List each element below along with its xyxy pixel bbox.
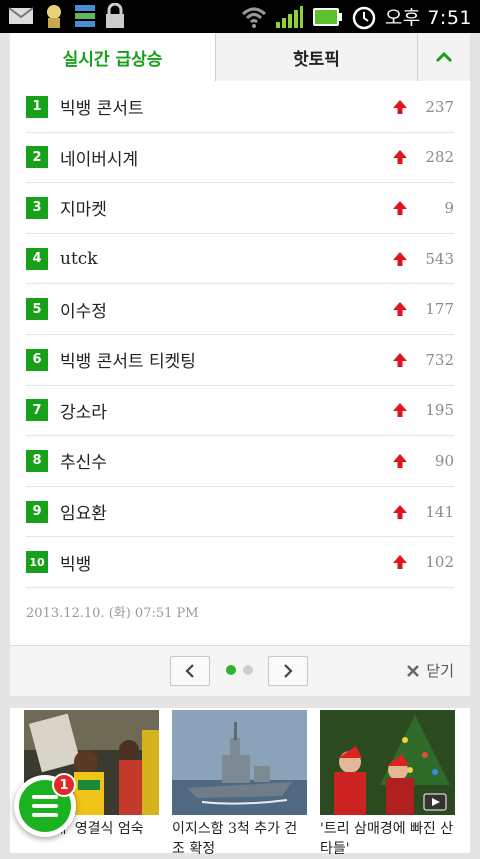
update-timestamp: 2013.12.10. (화) 07:51 PM (26, 606, 199, 621)
tab-bar: 실시간 급상승 핫토픽 (10, 33, 470, 81)
chevron-up-icon (435, 51, 453, 63)
ranking-row[interactable]: 1 빅뱅 콘서트 237 (26, 82, 454, 133)
arrow-up-icon (393, 150, 407, 165)
rise-count: 543 (425, 249, 454, 268)
rise-count: 732 (425, 350, 454, 369)
news-thumbnail (172, 710, 307, 815)
ranking-row[interactable]: 10 빅뱅 102 (26, 537, 454, 588)
rise-count: 90 (434, 451, 454, 470)
arrow-up-icon (393, 99, 407, 114)
close-button[interactable]: 닫기 (406, 660, 454, 681)
ranking-row[interactable]: 4 utck 543 (26, 234, 454, 285)
status-bar: 오후 7:51 (0, 0, 480, 33)
rank-badge: 8 (26, 449, 48, 472)
arrow-up-icon (393, 200, 407, 215)
rise-count: 177 (425, 300, 454, 319)
arrow-up-icon (393, 302, 407, 317)
keyword-label: 이수정 (60, 301, 107, 322)
rank-badge: 7 (26, 399, 48, 422)
page-dot[interactable] (243, 665, 253, 675)
keyword-label: 빅뱅 콘서트 티켓팅 (60, 352, 196, 373)
ranking-list: 1 빅뱅 콘서트 237 2 네이버시계 282 3 지마켓 9 4 utck … (26, 82, 454, 588)
tab-hot-topic[interactable]: 핫토픽 (215, 33, 418, 81)
chevron-left-icon (185, 664, 194, 678)
chevron-right-icon (284, 664, 293, 678)
realtime-panel: 실시간 급상승 핫토픽 1 빅뱅 콘서트 237 2 네이버시계 282 3 지… (10, 33, 470, 857)
news-thumbnail (320, 710, 455, 815)
prev-page-button[interactable] (170, 656, 210, 686)
news-photo-warship (172, 710, 307, 815)
rise-count: 141 (425, 502, 454, 521)
rank-badge: 4 (26, 247, 48, 270)
ranking-row[interactable]: 2 네이버시계 282 (26, 133, 454, 184)
lock-icon (106, 3, 124, 28)
keyword-label: 빅뱅 콘서트 (60, 99, 144, 120)
next-page-button[interactable] (268, 656, 308, 686)
signal-icon (275, 5, 303, 28)
rank-badge: 2 (26, 146, 48, 169)
section-gap (10, 696, 470, 708)
mail-icon (8, 7, 34, 24)
ranking-row[interactable]: 5 이수정 177 (26, 284, 454, 335)
battery-icon (312, 7, 342, 26)
keyword-label: 네이버시계 (60, 149, 139, 170)
tab-realtime[interactable]: 실시간 급상승 (10, 33, 215, 81)
ranking-row[interactable]: 8 추신수 90 (26, 436, 454, 487)
keyword-label: 임요환 (60, 504, 107, 525)
alarm-icon (352, 6, 376, 29)
news-item[interactable]: 이지스함 3척 추가 건조 확정 (172, 710, 307, 859)
clock: 오후 7:51 (384, 7, 472, 29)
ranking-row[interactable]: 7 강소라 195 (26, 386, 454, 437)
wifi-icon (241, 7, 266, 28)
page-dot-active[interactable] (226, 665, 236, 675)
arrow-up-icon (393, 403, 407, 418)
close-icon (407, 664, 420, 677)
rise-count: 9 (444, 198, 454, 217)
rank-badge: 9 (26, 500, 48, 523)
ranking-row[interactable]: 3 지마켓 9 (26, 183, 454, 234)
keyword-label: utck (60, 248, 98, 269)
ranking-row[interactable]: 6 빅뱅 콘서트 티켓팅 732 (26, 335, 454, 386)
rank-badge: 3 (26, 196, 48, 219)
news-item[interactable]: '트리 삼매경에 빠진 산타들' (320, 710, 455, 859)
keyword-label: 빅뱅 (60, 554, 92, 575)
arrow-up-icon (393, 555, 407, 570)
ranking-row[interactable]: 9 임요환 141 (26, 487, 454, 538)
rank-badge: 1 (26, 95, 48, 118)
rise-count: 237 (425, 97, 454, 116)
keyword-label: 추신수 (60, 453, 107, 474)
keyword-label: 강소라 (60, 402, 107, 423)
rise-count: 195 (425, 401, 454, 420)
rise-count: 102 (425, 553, 454, 572)
pager-bar: 닫기 (10, 646, 470, 696)
keyword-label: 지마켓 (60, 200, 107, 221)
arrow-up-icon (393, 352, 407, 367)
rank-badge: 5 (26, 298, 48, 321)
rise-count: 282 (425, 148, 454, 167)
arrow-up-icon (393, 251, 407, 266)
news-caption: 이지스함 3척 추가 건조 확정 (172, 821, 298, 857)
notification-badge: 1 (52, 773, 76, 797)
character-icon (47, 5, 61, 28)
arrow-up-icon (393, 504, 407, 519)
storage-icon (75, 5, 95, 27)
news-strip: '무지개' 영결식 엄숙 이지스함 3척 추가 건조 확정 '트리 삼매경에 빠… (10, 708, 470, 857)
close-label: 닫기 (426, 662, 454, 680)
rank-badge: 10 (26, 551, 48, 574)
collapse-button[interactable] (418, 33, 470, 81)
news-caption: '트리 삼매경에 빠진 산타들' (320, 821, 454, 857)
rank-badge: 6 (26, 348, 48, 371)
arrow-up-icon (393, 453, 407, 468)
news-photo-santa (320, 710, 455, 815)
